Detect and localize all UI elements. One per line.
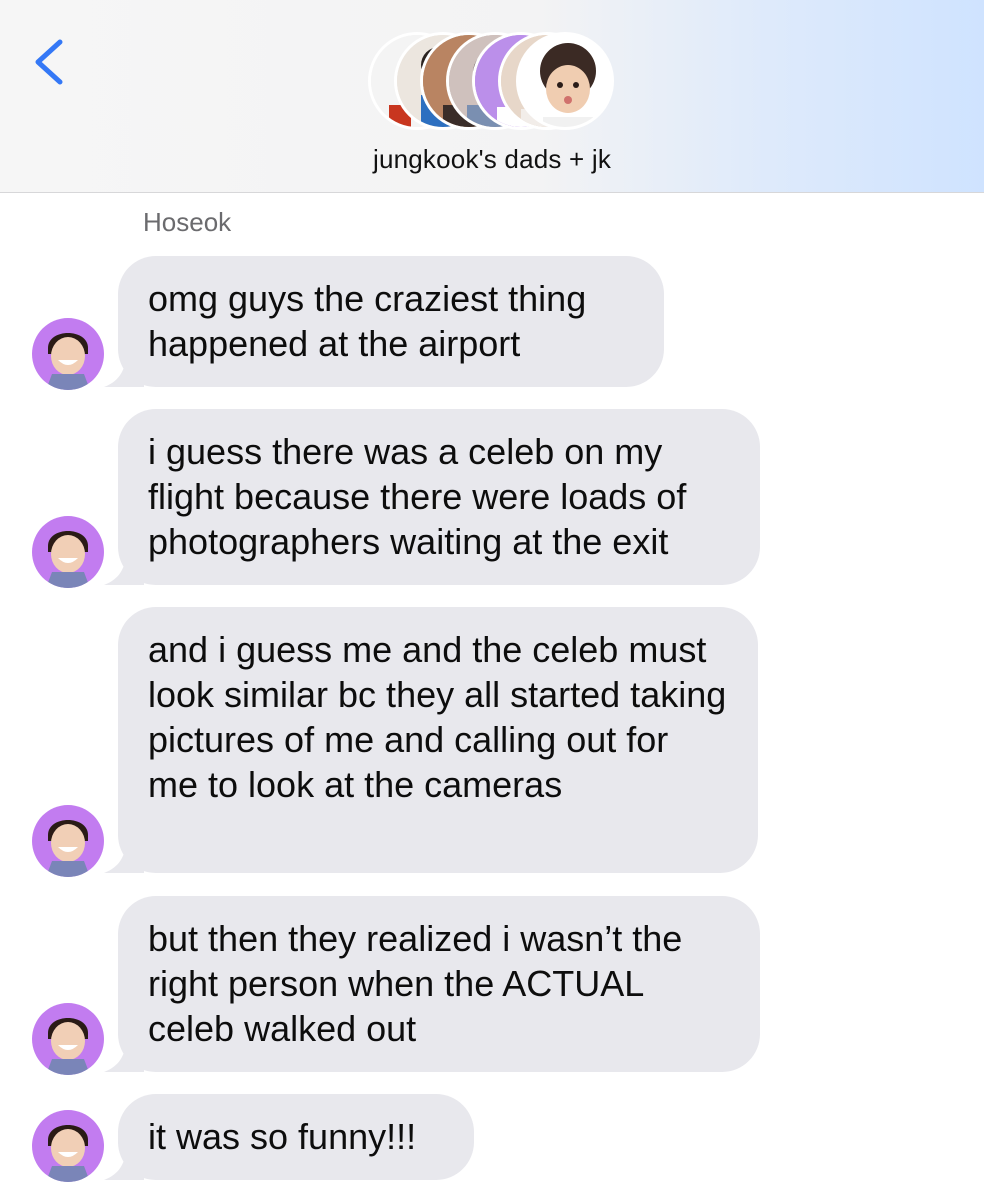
message-text: and i guess me and the celeb must look s…: [148, 629, 727, 805]
group-avatar-stack[interactable]: [368, 30, 618, 134]
bubble-tail: [104, 1146, 144, 1180]
bubble-tail: [104, 1038, 144, 1072]
conversation-header: jungkook's dads + jk: [0, 0, 984, 193]
chevron-left-icon: [35, 39, 63, 85]
message-row: it was so funny!!!: [104, 1094, 474, 1180]
message-text: i guess there was a celeb on my flight b…: [148, 431, 687, 562]
message-text: omg guys the craziest thing happened at …: [148, 278, 587, 364]
message-row: i guess there was a celeb on my flight b…: [104, 409, 760, 585]
group-name[interactable]: jungkook's dads + jk: [0, 144, 984, 175]
sender-avatar[interactable]: [32, 1003, 104, 1075]
message-bubble[interactable]: and i guess me and the celeb must look s…: [104, 607, 758, 873]
message-bubble[interactable]: but then they realized i wasn’t the righ…: [104, 896, 760, 1072]
message-row: and i guess me and the celeb must look s…: [104, 607, 758, 873]
bubble-tail: [104, 551, 144, 585]
bubble-tail: [104, 839, 144, 873]
message-bubble[interactable]: it was so funny!!!: [104, 1094, 474, 1180]
message-row: but then they realized i wasn’t the righ…: [104, 896, 760, 1072]
message-text: it was so funny!!!: [148, 1116, 417, 1157]
group-member-avatar-jk: [516, 32, 614, 130]
message-bubble[interactable]: omg guys the craziest thing happened at …: [104, 256, 664, 387]
message-bubble[interactable]: i guess there was a celeb on my flight b…: [104, 409, 760, 585]
message-text: but then they realized i wasn’t the righ…: [148, 918, 683, 1049]
bubble-tail: [104, 353, 144, 387]
sender-avatar[interactable]: [32, 516, 104, 588]
message-row: omg guys the craziest thing happened at …: [104, 256, 664, 387]
sender-avatar[interactable]: [32, 1110, 104, 1182]
sender-name: Hoseok: [143, 207, 232, 237]
sender-avatar[interactable]: [32, 805, 104, 877]
back-button[interactable]: [24, 32, 84, 92]
sender-avatar[interactable]: [32, 318, 104, 390]
